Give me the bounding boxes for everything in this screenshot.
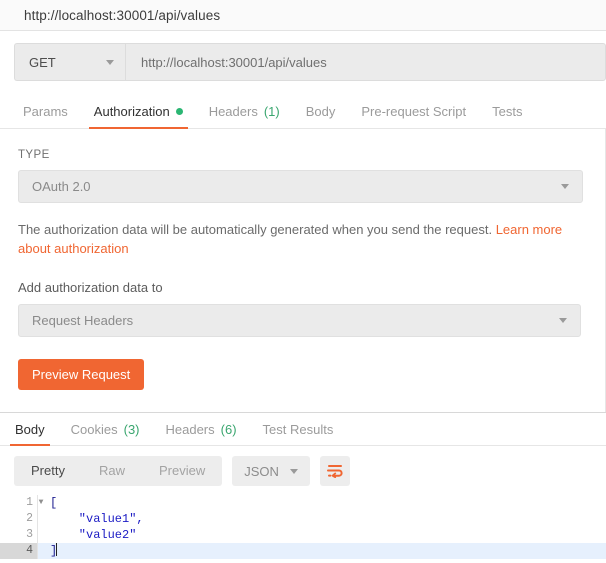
chevron-down-icon [559, 318, 567, 323]
code-line: 4] [0, 543, 606, 559]
tab-label: Test Results [262, 422, 334, 437]
response-format-select[interactable]: JSON [232, 456, 310, 486]
page-title: http://localhost:30001/api/values [24, 7, 221, 23]
request-tab-params[interactable]: Params [10, 104, 81, 128]
request-tab-authorization[interactable]: Authorization [81, 104, 196, 129]
tab-count-badge: (3) [123, 422, 140, 437]
response-view-mode-group: Pretty Raw Preview [14, 456, 223, 486]
tab-count-badge: (1) [263, 104, 280, 119]
add-authorization-data-value: Request Headers [32, 313, 134, 328]
code-line: 1 ▼[ [0, 495, 606, 511]
tab-count-badge: (6) [220, 422, 237, 437]
tab-label: Pre-request Script [361, 104, 467, 119]
text-cursor [56, 543, 58, 556]
response-section: Body Cookies (3) Headers (6) Test Results Pre… [0, 412, 606, 563]
tab-label: Tests [492, 104, 523, 119]
view-mode-preview[interactable]: Preview [142, 456, 222, 486]
auth-type-value: OAuth 2.0 [32, 179, 91, 194]
title-bar: http://localhost:30001/api/values [0, 0, 606, 31]
tab-label: Body [305, 104, 336, 119]
auth-help-text: The authorization data will be automatic… [18, 220, 578, 258]
postman-window: http://localhost:30001/api/values GET ht… [0, 0, 606, 563]
auth-configured-dot-icon [175, 108, 183, 115]
response-tab-body[interactable]: Body [2, 422, 58, 446]
response-tabs: Body Cookies (3) Headers (6) Test Results [0, 413, 606, 446]
response-toolbar: Pretty Raw Preview JSON [0, 446, 606, 495]
code-line: 3 "value2" [0, 527, 606, 543]
line-number: 3 [0, 527, 38, 543]
line-number: 2 [0, 511, 38, 527]
response-tab-headers[interactable]: Headers (6) [153, 422, 250, 445]
request-tab-headers[interactable]: Headers (1) [196, 104, 293, 128]
line-number: 4 [0, 543, 38, 559]
url-input[interactable]: http://localhost:30001/api/values [125, 43, 606, 81]
response-format-value: JSON [244, 463, 279, 479]
preview-request-button[interactable]: Preview Request [18, 359, 145, 390]
chevron-down-icon [106, 59, 114, 65]
code-text[interactable]: "value1", [38, 511, 606, 527]
add-authorization-data-select[interactable]: Request Headers [18, 304, 581, 337]
request-tab-pre-request-script[interactable]: Pre-request Script [348, 104, 479, 128]
code-text[interactable]: ] [38, 543, 606, 559]
request-tab-tests[interactable]: Tests [479, 104, 535, 128]
request-tabs: Params Authorization Headers (1) Body Pre-req… [0, 93, 606, 129]
add-authorization-data-label: Add authorization data to [18, 280, 163, 295]
response-body-editor[interactable]: 1 ▼[2 "value1", 3 "value2" 4] [0, 495, 606, 563]
code-text[interactable]: [ [38, 495, 606, 511]
word-wrap-icon [326, 465, 343, 478]
authorization-panel: TYPE OAuth 2.0 The authorization data wi… [0, 129, 606, 412]
http-method-select[interactable]: GET [14, 43, 125, 81]
view-mode-pretty[interactable]: Pretty [14, 456, 82, 486]
code-text[interactable]: "value2" [38, 527, 606, 543]
word-wrap-button[interactable] [319, 456, 350, 486]
http-method-label: GET [29, 54, 56, 70]
code-line: 2 "value1", [0, 511, 606, 527]
auth-help-sentence: The authorization data will be automatic… [18, 222, 496, 237]
tab-label: Params [23, 104, 68, 119]
view-mode-raw[interactable]: Raw [82, 456, 142, 486]
auth-type-select[interactable]: OAuth 2.0 [18, 170, 583, 203]
response-tab-test-results[interactable]: Test Results [250, 422, 347, 445]
fold-toggle-icon[interactable]: ▼ [36, 495, 46, 511]
request-tab-body[interactable]: Body [293, 104, 349, 128]
request-url-bar: GET http://localhost:30001/api/values [0, 31, 606, 93]
tab-label: Headers [208, 104, 258, 119]
tab-label: Authorization [93, 104, 170, 119]
response-tab-cookies[interactable]: Cookies (3) [58, 422, 153, 445]
type-label: TYPE [18, 149, 50, 161]
chevron-down-icon [561, 184, 569, 189]
tab-label: Cookies [70, 422, 118, 437]
line-number: 1 ▼ [0, 495, 43, 511]
tab-label: Headers [165, 422, 215, 437]
tab-label: Body [15, 422, 45, 437]
chevron-down-icon [289, 468, 298, 474]
